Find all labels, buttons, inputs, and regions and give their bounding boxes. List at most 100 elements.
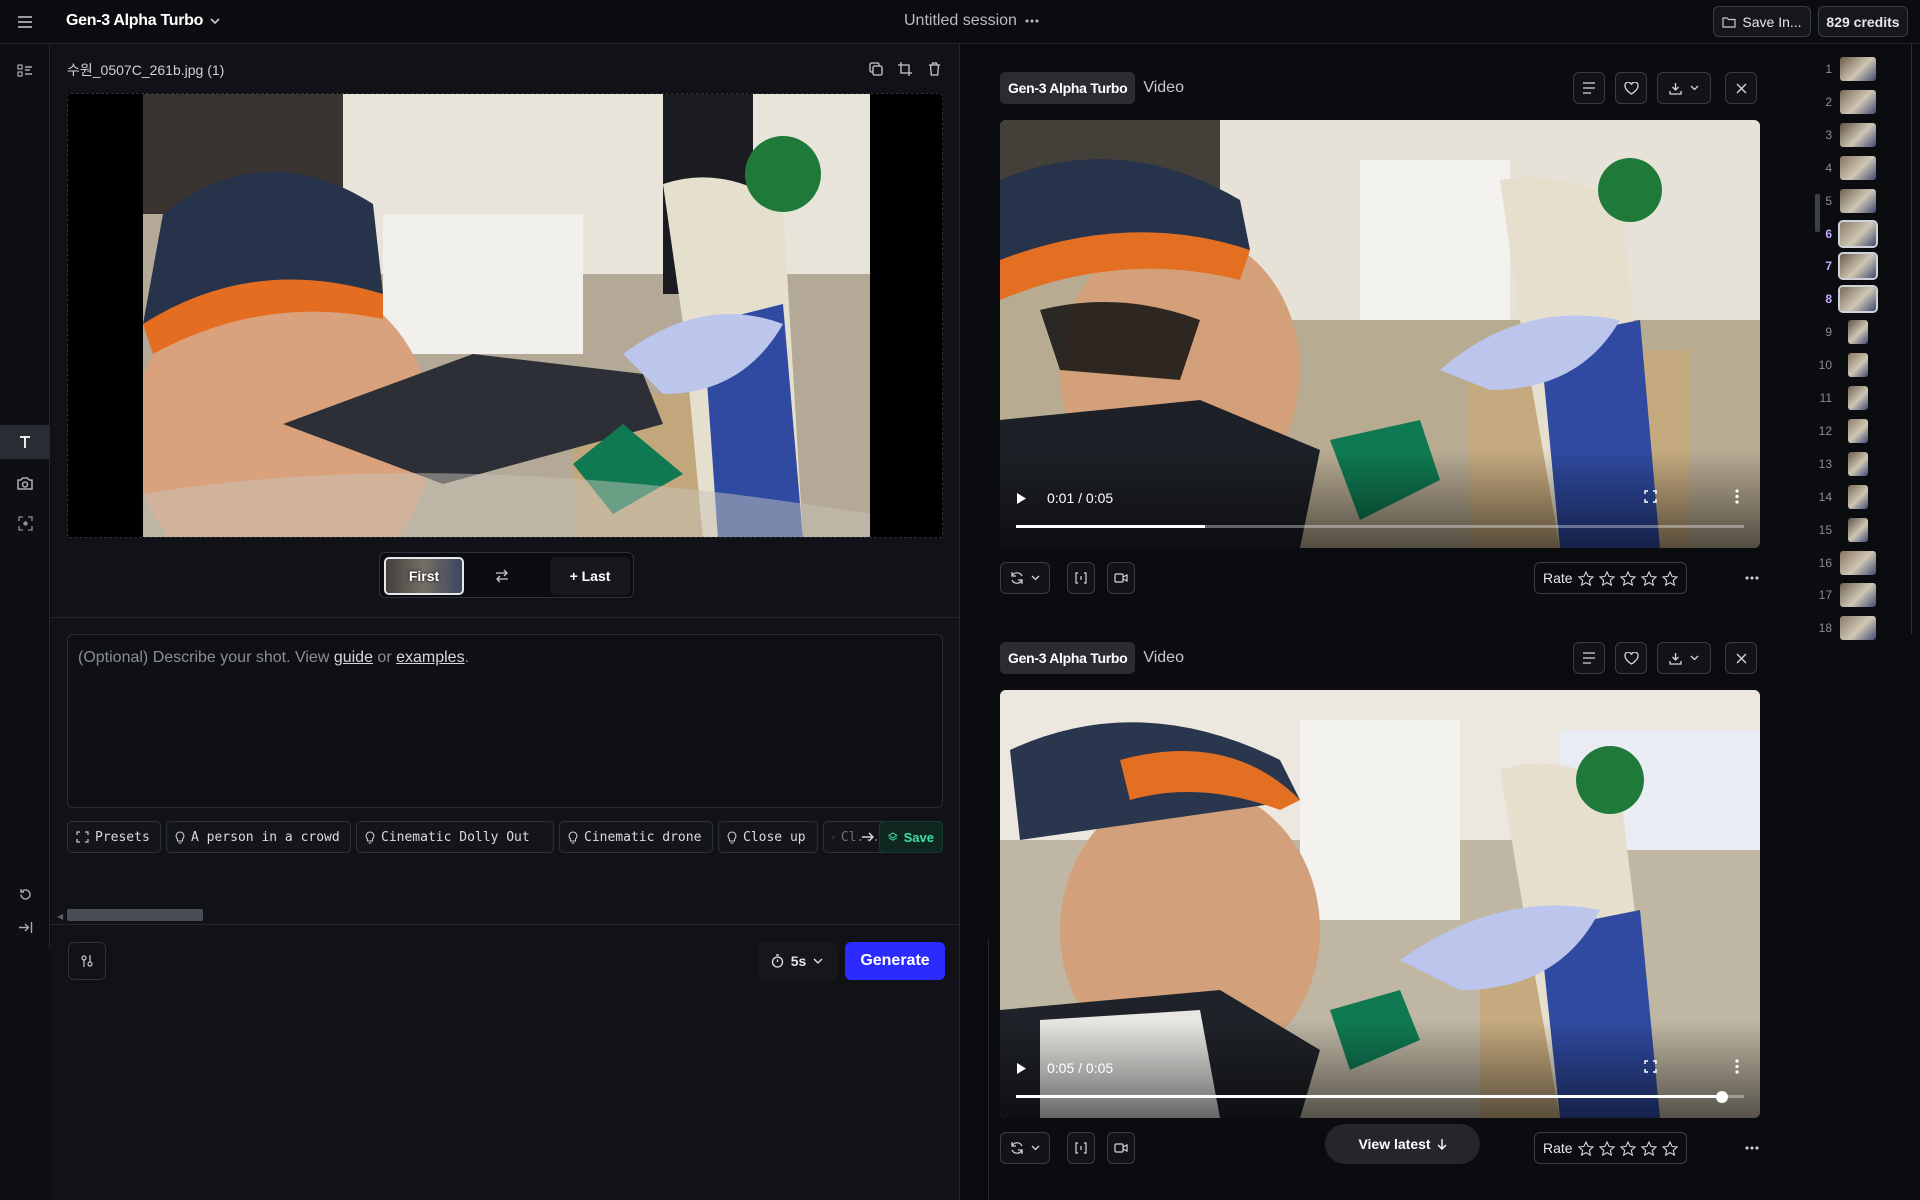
history-thumbnail[interactable] [1848,517,1868,542]
history-thumbnail[interactable] [1840,57,1876,81]
camera-video-button[interactable] [1107,562,1135,594]
scroll-left-arrow[interactable]: ◀ [57,912,63,921]
details-button[interactable] [1573,642,1605,674]
video-scrubber-handle[interactable] [1716,1090,1729,1103]
session-title-group[interactable]: Untitled session [904,12,1039,30]
video-progress-track[interactable] [1016,1090,1744,1103]
chip-close-up[interactable]: Close up [718,821,818,853]
video-player[interactable]: 0:05 / 0:05 [1000,690,1760,1118]
star-icon[interactable] [1640,1140,1657,1156]
fullscreen-icon[interactable] [1644,490,1657,503]
play-icon[interactable] [1016,1062,1027,1075]
history-item[interactable]: 4 [1810,155,1920,181]
history-thumbnail[interactable] [1848,484,1868,509]
history-thumbnail[interactable] [1838,219,1878,248]
history-thumbnail[interactable] [1840,583,1876,608]
history-item[interactable]: 18 [1810,615,1920,641]
more-horizontal-icon[interactable] [1745,1146,1759,1150]
presets-chip[interactable]: Presets [67,821,161,853]
history-item[interactable]: 12 [1810,418,1920,444]
history-item[interactable]: 7 [1810,252,1920,281]
history-item[interactable]: 14 [1810,484,1920,510]
history-thumbnail[interactable] [1840,89,1876,114]
history-thumbnail[interactable] [1840,616,1876,641]
history-thumbnail[interactable] [1848,451,1868,476]
advanced-settings-button[interactable] [68,942,106,980]
crop-icon[interactable] [894,58,916,80]
star-icon[interactable] [1661,570,1678,586]
generate-button[interactable]: Generate [845,942,945,980]
horizontal-scrollbar-thumb[interactable] [67,909,203,921]
star-icon[interactable] [1619,570,1636,586]
history-item[interactable]: 6 [1810,219,1920,248]
history-thumbnail[interactable] [1848,386,1868,410]
history-thumbnail[interactable] [1840,550,1876,575]
close-result-button[interactable] [1725,642,1757,674]
history-thumbnail[interactable] [1840,188,1876,213]
history-item[interactable]: 11 [1810,385,1920,411]
chip-cinematic-drone[interactable]: Cinematic drone [559,821,713,853]
regenerate-button[interactable] [1000,1132,1050,1164]
swap-icon[interactable] [490,566,514,586]
history-item[interactable]: 15 [1810,517,1920,543]
view-latest-button[interactable]: View latest [1325,1124,1480,1164]
model-selector[interactable]: Gen-3 Alpha Turbo [66,12,221,30]
chip-person-in-crowd[interactable]: A person in a crowd [166,821,351,853]
details-button[interactable] [1573,72,1605,104]
strip-right-scrollbar[interactable] [1906,44,1912,634]
download-button[interactable] [1657,72,1711,104]
star-icon[interactable] [1661,1140,1678,1156]
history-item[interactable]: 3 [1810,122,1920,148]
trash-icon[interactable] [923,58,945,80]
star-icon[interactable] [1577,1140,1594,1156]
input-image-frame[interactable] [67,93,943,538]
history-item[interactable]: 5 [1810,188,1920,214]
star-icon[interactable] [1640,570,1657,586]
arrow-right-icon[interactable] [857,827,879,847]
credits-badge[interactable]: 829 credits [1818,6,1908,37]
video-progress-track[interactable] [1016,525,1744,528]
save-in-button[interactable]: Save In... [1713,6,1811,37]
save-preset-chip[interactable]: Save [879,821,943,853]
star-icon[interactable] [1619,1140,1636,1156]
history-item[interactable]: 1 [1810,56,1920,82]
video-more-icon[interactable] [1735,489,1739,504]
rail-collapse-button[interactable] [0,910,50,944]
star-icon[interactable] [1598,570,1615,586]
extend-button[interactable] [1067,1132,1095,1164]
fullscreen-icon[interactable] [1644,1060,1657,1073]
menu-icon[interactable] [12,11,38,33]
video-more-icon[interactable] [1735,1059,1739,1074]
history-item[interactable]: 16 [1810,550,1920,576]
favorite-button[interactable] [1615,642,1647,674]
history-thumbnail[interactable] [1848,418,1868,443]
download-button[interactable] [1657,642,1711,674]
history-item[interactable]: 9 [1810,319,1920,345]
star-icon[interactable] [1598,1140,1615,1156]
regenerate-button[interactable] [1000,562,1050,594]
history-item[interactable]: 8 [1810,285,1920,314]
history-item[interactable]: 2 [1810,89,1920,115]
history-thumbnail[interactable] [1840,155,1876,180]
camera-video-button[interactable] [1107,1132,1135,1164]
history-thumbnail[interactable] [1838,252,1878,281]
copy-icon[interactable] [865,58,887,80]
star-icon[interactable] [1577,570,1594,586]
guide-link[interactable]: guide [334,649,373,666]
rail-camera-button[interactable] [0,466,50,500]
history-item[interactable]: 17 [1810,582,1920,608]
first-frame-button[interactable]: First [384,557,464,595]
history-thumbnail[interactable] [1848,320,1868,345]
history-thumbnail[interactable] [1840,122,1876,147]
extend-button[interactable] [1067,562,1095,594]
rail-library-button[interactable] [0,54,50,88]
duration-select[interactable]: 5s [757,942,837,980]
last-frame-button[interactable]: + Last [550,557,630,595]
examples-link[interactable]: examples [396,649,464,666]
history-item[interactable]: 13 [1810,451,1920,477]
history-thumbnail[interactable] [1838,285,1878,314]
rail-focus-button[interactable] [0,506,50,540]
rail-text-button[interactable] [0,425,50,459]
favorite-button[interactable] [1615,72,1647,104]
history-item[interactable]: 10 [1810,352,1920,378]
